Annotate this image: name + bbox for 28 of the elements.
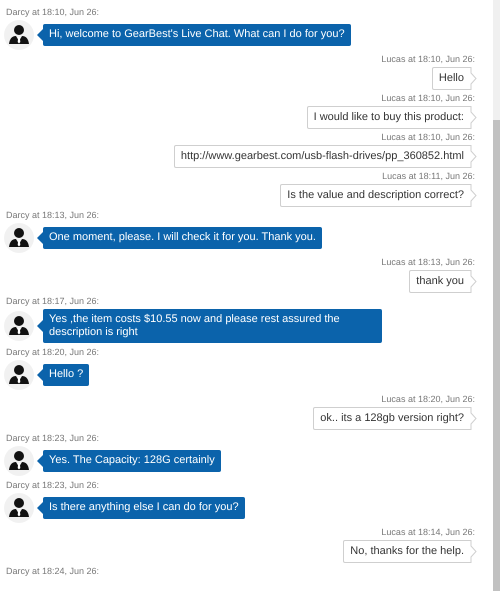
message-header: Lucas at 18:10, Jun 26: (381, 92, 475, 104)
message-header: Darcy at 18:23, Jun 26: (6, 479, 100, 491)
person-avatar-icon (4, 360, 34, 390)
bubble-tail-icon (470, 407, 477, 430)
bubble-tail-icon (470, 540, 477, 563)
person-avatar-icon (4, 446, 34, 476)
person-avatar-icon (4, 20, 34, 50)
message-header: Lucas at 18:14, Jun 26: (381, 526, 475, 538)
message-header: Lucas at 18:10, Jun 26: (381, 131, 475, 143)
bubble-tail-icon (470, 145, 477, 168)
message-header: Lucas at 18:13, Jun 26: (381, 256, 475, 268)
message-header: Lucas at 18:11, Jun 26: (382, 170, 475, 182)
person-avatar-icon (4, 223, 34, 253)
message-header: Darcy at 18:20, Jun 26: (6, 346, 100, 358)
message-header: Darcy at 18:13, Jun 26: (6, 209, 100, 221)
message-header: Lucas at 18:10, Jun 26: (381, 53, 475, 65)
person-avatar-icon (4, 311, 34, 341)
bubble-tail-icon (470, 106, 477, 129)
message-header: Lucas at 18:20, Jun 26: (381, 393, 475, 405)
message-header: Darcy at 18:17, Jun 26: (6, 295, 100, 307)
message-header: Darcy at 18:10, Jun 26: (6, 6, 100, 18)
bubble-tail-icon (470, 270, 477, 293)
scrollbar[interactable] (493, 0, 500, 591)
person-avatar-icon (4, 493, 34, 523)
message-header: Darcy at 18:23, Jun 26: (6, 432, 100, 444)
bubble-tail-icon (470, 67, 477, 90)
message-header: Darcy at 18:24, Jun 26: (6, 565, 100, 577)
bubble-tail-icon (470, 184, 477, 207)
